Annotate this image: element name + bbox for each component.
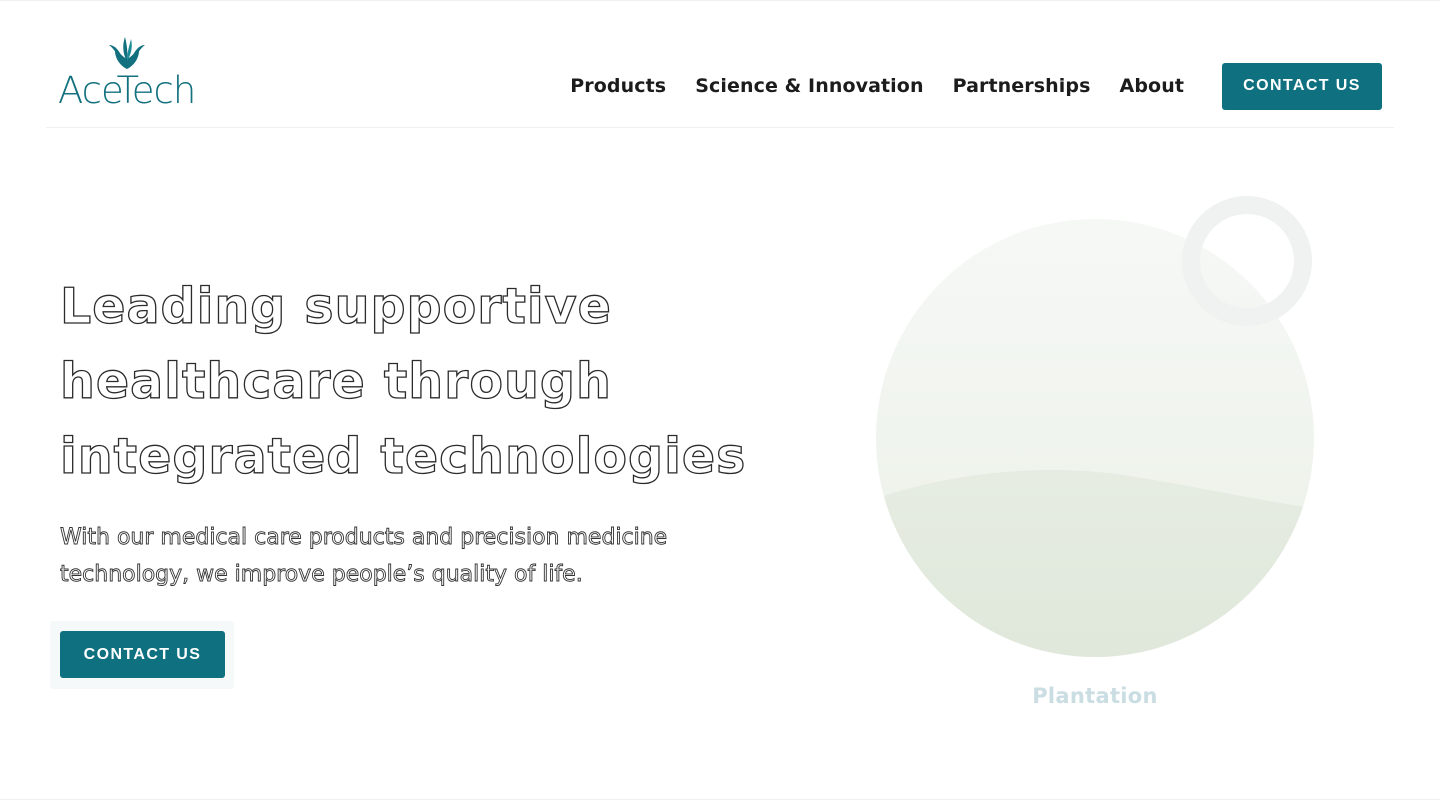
hero-subtitle: With our medical care products and preci… [60, 519, 740, 593]
nav-item-partnerships[interactable]: Partnerships [953, 75, 1091, 97]
brand-logo[interactable]: AceTech [58, 35, 198, 113]
hero-title-line: healthcare through [59, 352, 612, 410]
brand-name: AceTech [58, 69, 196, 112]
hero-cta-container: CONTACT US [50, 621, 234, 689]
header-contact-button[interactable]: CONTACT US [1222, 62, 1382, 110]
nav-item-about[interactable]: About [1120, 75, 1184, 97]
hero-visual: Plantation [870, 191, 1320, 721]
hero-title: Leading supportive healthcare through in… [59, 269, 780, 494]
hero-title-line: integrated technologies [59, 427, 747, 485]
plantation-illustration [876, 196, 1314, 657]
hero-contact-button[interactable]: CONTACT US [60, 631, 225, 678]
nav-item-products[interactable]: Products [570, 75, 666, 97]
site-header: AceTech Products Science & Innovation Pa… [46, 1, 1394, 128]
agave-leaf-icon [109, 37, 145, 69]
nav-item-science-innovation[interactable]: Science & Innovation [695, 75, 923, 97]
page: AceTech Products Science & Innovation Pa… [0, 0, 1440, 800]
hero-subtitle-line: With our medical care products and preci… [60, 525, 668, 551]
hill-shape [876, 470, 1314, 657]
hero-subtitle-line: technology, we improve people’s quality … [60, 562, 584, 588]
hero-title-line: Leading supportive [59, 277, 612, 335]
main-nav: Products Science & Innovation Partnershi… [570, 62, 1394, 110]
visual-caption: Plantation [1032, 684, 1158, 708]
